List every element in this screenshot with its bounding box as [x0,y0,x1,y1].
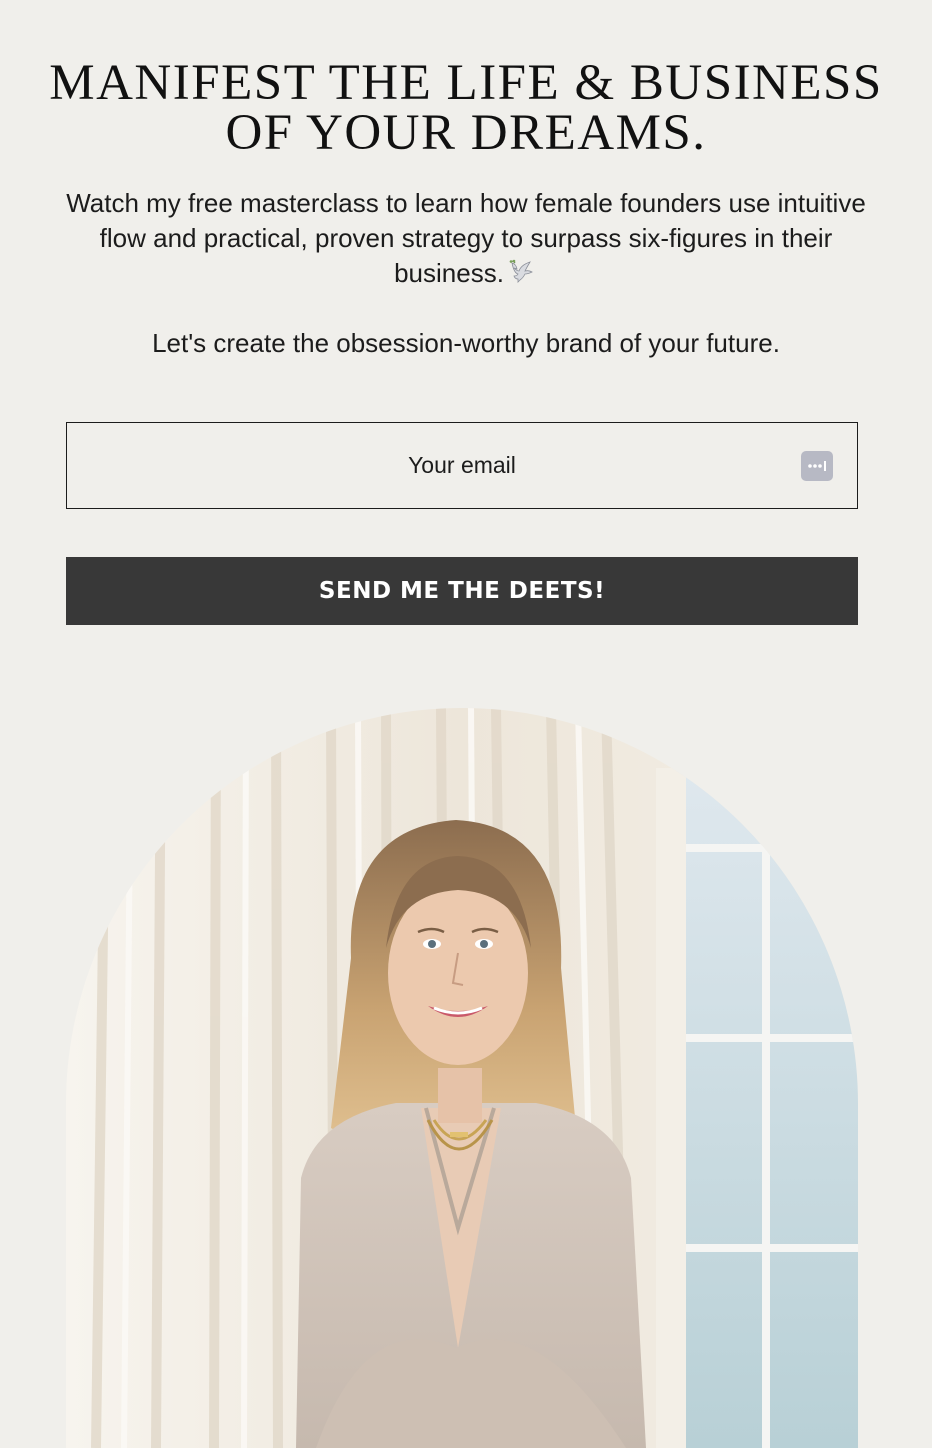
submit-button[interactable]: SEND ME THE DEETS! [66,557,858,625]
portrait-photo [66,708,858,1448]
email-field-container [66,422,858,509]
password-manager-icon[interactable] [801,451,833,481]
dove-icon [509,259,533,283]
tagline: Let's create the obsession-worthy brand … [152,328,780,358]
intro-text: Watch my free masterclass to learn how f… [66,188,866,288]
portrait-illustration [66,708,858,1448]
page-headline: MANIFEST THE LIFE & BUSINESS OF YOUR DRE… [49,55,883,161]
email-input[interactable] [67,423,857,508]
intro-paragraph: Watch my free masterclass to learn how f… [60,186,872,291]
